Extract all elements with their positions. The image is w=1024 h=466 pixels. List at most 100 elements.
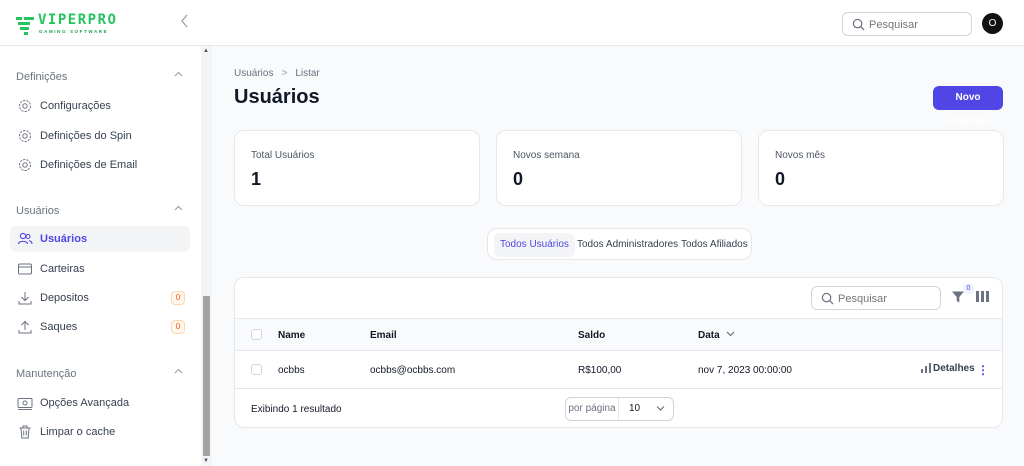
cell-email: ocbbs@ocbbs.com <box>370 365 456 376</box>
upload-icon <box>18 320 32 334</box>
sidebar-item-definicoes-email[interactable]: Definições de Email <box>10 152 190 178</box>
search-icon <box>821 292 834 305</box>
sidebar-item-label: Usuários <box>40 233 88 245</box>
sidebar-item-limpar-cache[interactable]: Limpar o cache <box>10 419 190 445</box>
column-header-label: Data <box>698 330 720 341</box>
sidebar-item-label: Configurações <box>40 100 111 112</box>
columns-icon[interactable] <box>976 291 989 302</box>
table-row[interactable]: ocbbs ocbbs@ocbbs.com R$100,00 nov 7, 20… <box>235 351 1002 389</box>
stat-card-total-users: Total Usuários 1 <box>234 130 480 206</box>
users-icon <box>17 232 33 245</box>
column-header-data[interactable]: Data <box>698 330 735 341</box>
sidebar: Definições Configurações Definições do S… <box>0 46 212 466</box>
column-header-saldo[interactable]: Saldo <box>578 330 605 341</box>
wallet-icon <box>18 263 32 275</box>
row-checkbox[interactable] <box>251 364 262 375</box>
cell-saldo: R$100,00 <box>578 365 622 376</box>
sidebar-group-usuarios-title[interactable]: Usuários <box>16 205 59 217</box>
sidebar-item-label: Carteiras <box>40 263 85 275</box>
bar-chart-icon <box>921 363 931 373</box>
sidebar-group-manutencao-title[interactable]: Manutenção <box>16 368 77 380</box>
cell-data: nov 7, 2023 00:00:00 <box>698 365 792 376</box>
table-search[interactable] <box>811 286 941 310</box>
details-link[interactable]: Detalhes <box>921 363 975 377</box>
sidebar-item-label: Depositos <box>40 292 89 304</box>
stat-label: Total Usuários <box>251 150 315 161</box>
column-header-name[interactable]: Name <box>278 330 305 341</box>
filter-icon[interactable] <box>951 290 965 304</box>
stat-value: 0 <box>513 169 524 189</box>
global-search[interactable] <box>842 12 972 36</box>
topbar: VIPERPRO GAMING SOFTWARE O <box>0 0 1024 46</box>
chevron-up-icon[interactable] <box>174 69 183 80</box>
breadcrumb-current: Listar <box>295 68 320 79</box>
stat-value: 0 <box>775 169 786 189</box>
cell-name: ocbbs <box>278 365 305 376</box>
gear-icon <box>19 159 31 171</box>
sidebar-item-configuracoes[interactable]: Configurações <box>10 93 190 119</box>
scroll-up-arrow-icon[interactable]: ▲ <box>203 48 209 54</box>
stat-value: 1 <box>251 169 262 189</box>
sidebar-item-opcoes-avancada[interactable]: Opções Avançada <box>10 390 190 416</box>
breadcrumb-parent-link[interactable]: Usuários <box>234 68 273 79</box>
brand-tagline: GAMING SOFTWARE <box>39 29 109 34</box>
table-header-row: Name Email Saldo Data <box>235 318 1002 351</box>
sidebar-item-label: Opções Avançada <box>40 397 130 409</box>
users-table: 0 Name Email Saldo Data ocbbs ocbbs@ocbb… <box>234 277 1003 428</box>
details-label: Detalhes <box>933 363 975 374</box>
scroll-down-arrow-icon[interactable]: ▼ <box>203 458 209 464</box>
sidebar-item-label: Definições do Spin <box>40 130 132 142</box>
chevron-up-icon[interactable] <box>174 203 183 214</box>
breadcrumb: Usuários > Listar <box>234 68 320 79</box>
sidebar-scrollbar-thumb[interactable] <box>203 296 210 456</box>
sidebar-item-usuarios[interactable]: Usuários <box>10 226 190 252</box>
brand-logo[interactable]: VIPERPRO GAMING SOFTWARE <box>16 12 126 38</box>
filter-count-badge: 0 <box>963 283 974 294</box>
sidebar-item-definicoes-spin[interactable]: Definições do Spin <box>10 123 190 149</box>
stat-label: Novos semana <box>513 150 580 161</box>
results-summary: Exibindo 1 resultado <box>251 404 342 415</box>
trash-icon <box>19 425 31 439</box>
sidebar-group-definicoes-title[interactable]: Definições <box>16 71 67 83</box>
stat-card-new-week: Novos semana 0 <box>496 130 742 206</box>
saques-count-badge: 0 <box>171 320 185 334</box>
sidebar-item-label: Saques <box>40 321 78 333</box>
breadcrumb-separator: > <box>281 68 288 79</box>
global-search-input[interactable] <box>869 17 967 32</box>
per-page-value: 10 <box>629 403 641 414</box>
stat-card-new-month: Novos mês 0 <box>758 130 1004 206</box>
per-page-label: por página <box>566 398 619 420</box>
banknote-icon <box>17 398 33 410</box>
collapse-sidebar-button[interactable] <box>180 14 198 32</box>
per-page-control: por página 10 <box>565 397 674 421</box>
chevron-left-icon <box>181 14 188 28</box>
logo-mark-icon <box>16 17 34 35</box>
chevron-down-icon <box>656 406 665 411</box>
gear-icon <box>19 130 31 142</box>
per-page-select[interactable]: 10 <box>619 398 673 420</box>
stat-label: Novos mês <box>775 150 826 161</box>
chevron-up-icon[interactable] <box>174 366 183 377</box>
sidebar-item-depositos[interactable]: Depositos 0 <box>10 285 190 311</box>
sidebar-item-label: Limpar o cache <box>40 426 116 438</box>
tab-todos-administradores[interactable]: Todos Administradores <box>571 233 684 257</box>
tab-todos-afiliados[interactable]: Todos Afiliados <box>675 233 754 257</box>
user-avatar[interactable]: O <box>982 13 1003 34</box>
download-icon <box>18 292 32 305</box>
page-title: Usuários <box>234 86 320 108</box>
gear-icon <box>19 100 31 112</box>
table-search-input[interactable] <box>838 291 936 306</box>
depositos-count-badge: 0 <box>171 291 185 305</box>
sidebar-item-carteiras[interactable]: Carteiras <box>10 256 190 282</box>
column-header-email[interactable]: Email <box>370 330 397 341</box>
sidebar-item-label: Definições de Email <box>40 159 138 171</box>
search-icon <box>852 18 865 31</box>
sidebar-item-saques[interactable]: Saques 0 <box>10 314 190 340</box>
brand-name: VIPERPRO <box>38 12 118 28</box>
user-tabs: Todos Usuários Todos Administradores Tod… <box>487 228 752 260</box>
chevron-down-icon <box>727 331 735 337</box>
tab-todos-usuarios[interactable]: Todos Usuários <box>494 233 575 257</box>
row-actions-menu-icon[interactable]: ⋮ <box>977 363 989 377</box>
new-user-button[interactable]: Novo Usuários <box>933 86 1003 127</box>
select-all-checkbox[interactable] <box>251 329 262 340</box>
